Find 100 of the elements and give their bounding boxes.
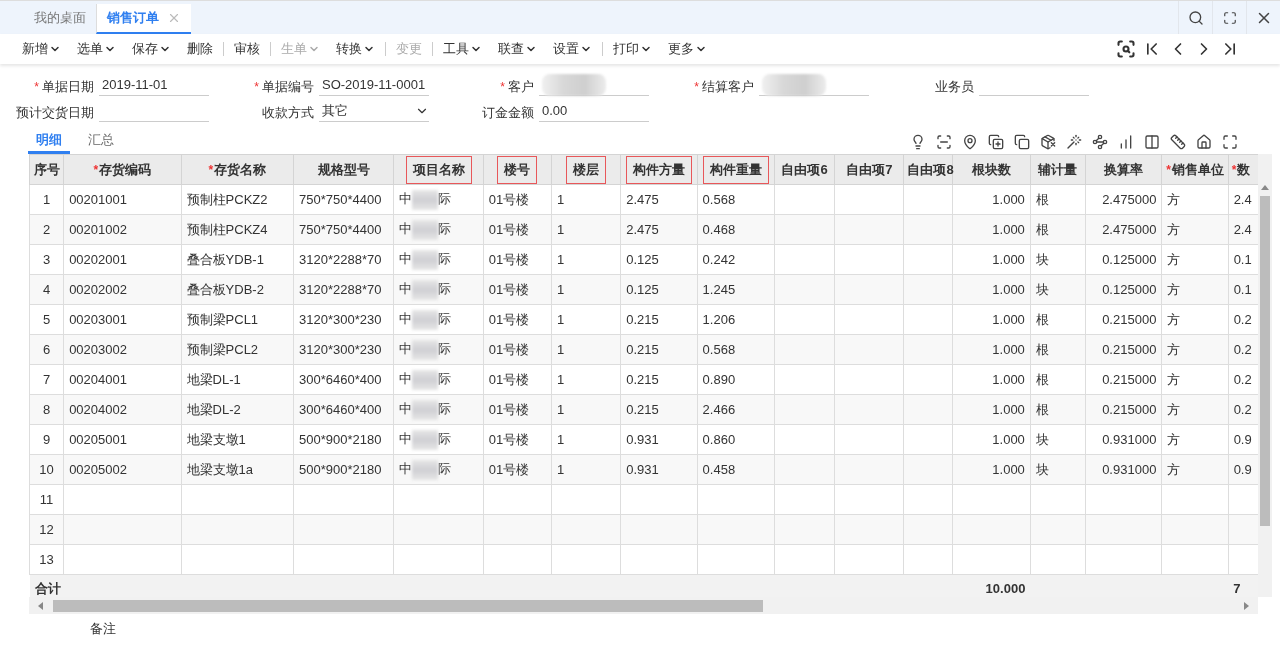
table-cell: 00202002 [63,274,182,305]
table-cell: 00205001 [63,424,182,455]
table-cell: 01号楼 [483,304,552,335]
table-cell: 12 [29,514,64,545]
package-icon[interactable] [1040,134,1056,150]
toolbar-button[interactable]: 设置 [545,40,600,58]
table-cell: 方 [1161,274,1229,305]
fullscreen-icon[interactable] [1222,10,1237,25]
table-cell: 01号楼 [483,364,552,395]
table-cell: 00202001 [63,244,182,275]
table-cell: 2.475000 [1085,184,1162,215]
table-cell: 01号楼 [483,334,552,365]
table-cell: 叠合板YDB-2 [181,274,294,305]
map-pin-icon[interactable] [962,134,978,150]
table-cell [774,334,835,365]
table-cell [834,244,904,275]
bar-chart-icon[interactable] [1118,134,1134,150]
toolbar-button[interactable]: 更多 [660,40,715,58]
search-icon[interactable] [1187,9,1204,26]
toolbar-button[interactable]: 联查 [490,40,545,58]
house-icon[interactable] [1196,134,1212,150]
table-cell: 1.000 [952,184,1031,215]
column-header[interactable]: 项目名称 [405,155,472,184]
table-cell: 10 [29,454,64,485]
input-field[interactable]: SO-2019-11-0001 [319,74,429,96]
fullscreen-icon[interactable] [1222,134,1238,150]
table-cell: 00204002 [63,394,182,425]
input-field[interactable]: 0.00 [539,100,649,122]
table-cell: 0.215 [620,334,698,365]
table-cell [774,514,835,545]
toolbar-button[interactable]: 选单 [69,40,124,58]
table-cell: 0.215000 [1085,364,1162,395]
vertical-scrollbar[interactable] [1258,154,1272,597]
scan-search-icon[interactable] [1116,39,1136,59]
table-cell: 3 [29,244,64,275]
column-header[interactable]: 楼号 [497,155,538,184]
table-cell: 00204001 [63,364,182,395]
table-cell [834,304,904,335]
table-cell: 中 际 [393,334,484,365]
column-header[interactable]: 楼层 [566,155,607,184]
table-cell: 4 [29,274,64,305]
tab[interactable]: 汇总 [80,129,122,154]
table-cell: 0.568 [697,334,775,365]
tab[interactable]: 我的桌面 [24,4,96,34]
toolbar-button[interactable]: 保存 [124,40,179,58]
table-cell: 0.125 [620,244,698,275]
table-cell: 0.125000 [1085,274,1162,305]
table-cell: 方 [1161,454,1229,485]
tab[interactable]: 销售订单 [96,4,191,34]
horizontal-scrollbar[interactable] [29,597,1258,614]
table-cell: 1 [551,244,621,275]
copy-plus-icon[interactable] [988,134,1004,150]
table-cell: 方 [1161,334,1229,365]
column-header[interactable]: 构件方量 [625,155,692,184]
table-cell: 01号楼 [483,394,552,425]
toolbar-button[interactable]: 打印 [605,40,660,58]
table-cell: 0.468 [697,214,775,245]
toolbar-button[interactable]: 工具 [435,40,490,58]
table-cell [834,514,904,545]
table-cell [774,244,835,275]
scan-icon[interactable] [936,134,952,150]
toolbar-button[interactable]: 新增 [14,40,69,58]
columns-icon[interactable] [1144,134,1160,150]
toolbar-button[interactable]: 审核 [226,40,268,58]
table-cell: 8 [29,394,64,425]
scroll-right-icon[interactable] [1242,601,1250,610]
input-field[interactable]: 2019-11-01 [99,74,209,96]
scroll-left-icon[interactable] [37,601,45,610]
table-cell: 13 [29,544,64,575]
table-cell: 0.931000 [1085,424,1162,455]
copy-icon[interactable] [1014,134,1030,150]
nodes-icon[interactable] [1092,134,1108,150]
table-cell: 0.215000 [1085,334,1162,365]
table-cell [834,334,904,365]
table-cell [834,454,904,485]
table-cell: 750*750*4400 [293,184,394,215]
lightbulb-icon[interactable] [910,134,926,150]
input-field[interactable] [539,74,649,96]
column-header[interactable]: 构件重量 [702,155,769,184]
table-cell [1161,484,1229,515]
table-cell: 根 [1030,334,1086,365]
table-cell: 0.931000 [1085,454,1162,485]
table-cell: 叠合板YDB-1 [181,244,294,275]
toolbar-button[interactable]: 转换 [328,40,383,58]
wand-icon[interactable] [1066,134,1082,150]
total-cell: 7 [1228,574,1258,597]
table-cell: 预制梁PCL2 [181,334,294,365]
table-cell: 0.125 [620,274,698,305]
ruler-icon[interactable] [1170,134,1186,150]
table-cell: 0.458 [697,454,775,485]
blurred-text [762,73,826,96]
scroll-up-icon[interactable] [1261,184,1269,192]
table-cell [551,484,621,515]
select-field[interactable]: 其它 [319,100,429,122]
toolbar-button[interactable]: 删除 [179,40,221,58]
table-cell: 1 [551,454,621,485]
table-cell [774,424,835,455]
input-field[interactable] [759,74,869,96]
table-cell: 根 [1030,214,1086,245]
table-cell [834,424,904,455]
